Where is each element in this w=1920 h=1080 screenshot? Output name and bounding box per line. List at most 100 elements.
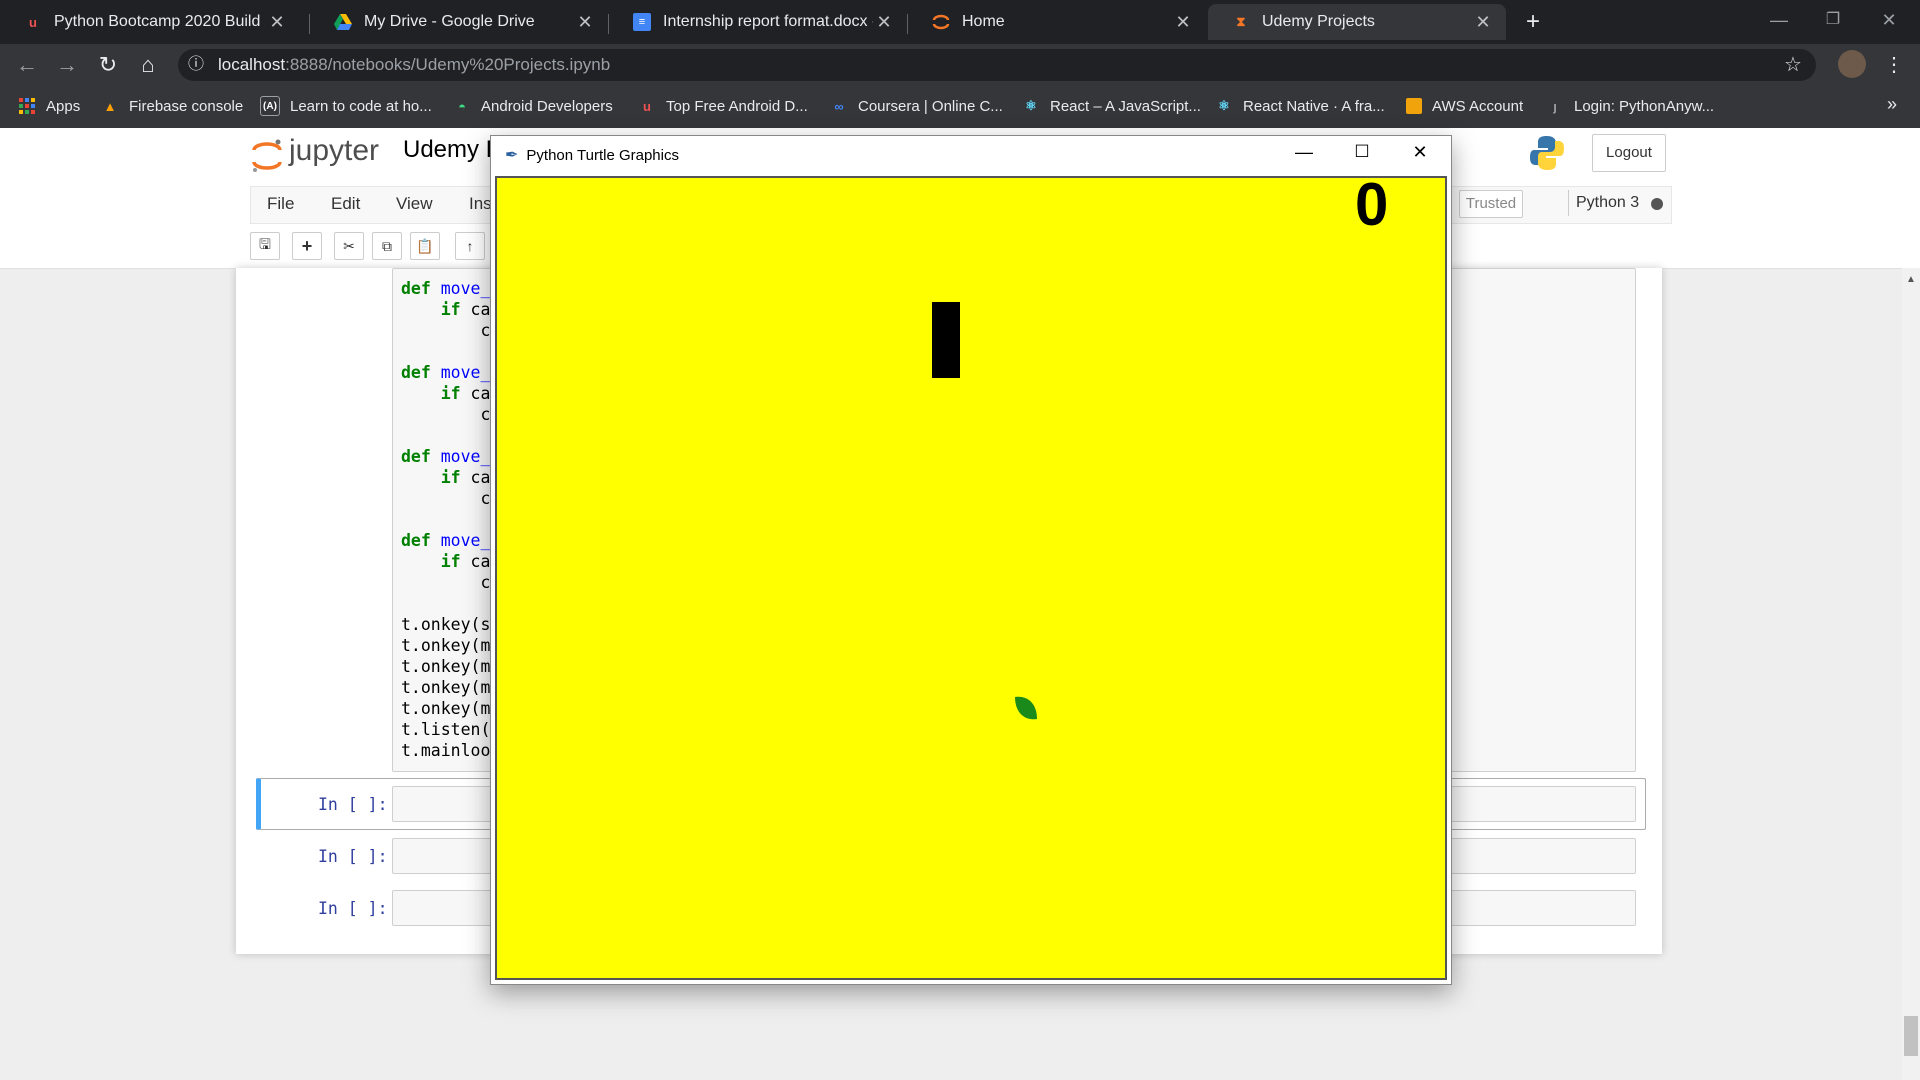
move-up-icon[interactable]: ↑ xyxy=(455,232,485,260)
code-line: t.onkey(m xyxy=(401,657,490,678)
notebook-title[interactable]: Udemy P xyxy=(403,136,502,164)
turtle-close-icon[interactable]: ✕ xyxy=(1407,142,1433,163)
paste-icon[interactable]: 📋 xyxy=(410,232,440,260)
bookmark-label: Apps xyxy=(46,97,81,115)
food-leaf-icon xyxy=(1013,695,1039,723)
code-token: def xyxy=(401,279,431,298)
jupyter-brand[interactable]: jupyter xyxy=(289,134,379,168)
browser-menu-icon[interactable]: ⋮ xyxy=(1884,50,1904,80)
scrollbar-thumb[interactable] xyxy=(1904,1016,1918,1056)
turtle-minimize-icon[interactable]: — xyxy=(1291,142,1317,163)
bookmark-label: Firebase console xyxy=(129,97,244,115)
kernel-name: Python 3 xyxy=(1576,194,1640,211)
close-tab-icon[interactable]: ✕ xyxy=(574,12,596,33)
bookmark-react-native[interactable]: ⚛ React Native · A fra... xyxy=(1215,94,1385,118)
forward-arrow-icon[interactable]: → xyxy=(52,50,82,80)
code-token: c xyxy=(401,573,491,592)
cell-prompt: In [ ]: xyxy=(318,795,388,814)
bookmark-aws[interactable]: AWS Account xyxy=(1406,94,1523,118)
turtle-titlebar[interactable]: ✒ Python Turtle Graphics — ☐ ✕ xyxy=(491,136,1451,174)
code-line: def move_ xyxy=(401,363,490,384)
tab-home[interactable]: Home ✕ xyxy=(908,4,1206,40)
bookmark-top-free-android[interactable]: u Top Free Android D... xyxy=(638,94,808,118)
code-token: t.onkey(m xyxy=(401,678,491,697)
google-drive-icon xyxy=(334,13,352,31)
feather-icon: ✒ xyxy=(505,147,519,164)
restore-window-icon[interactable]: ❐ xyxy=(1818,2,1848,38)
home-icon[interactable]: ⌂ xyxy=(133,50,163,80)
turtle-window[interactable]: ✒ Python Turtle Graphics — ☐ ✕ 0 xyxy=(490,135,1452,985)
bookmark-apps[interactable]: Apps xyxy=(18,94,80,118)
close-window-icon[interactable]: ✕ xyxy=(1874,2,1904,38)
code-token: move_ xyxy=(440,531,491,550)
jupyter-logo-icon[interactable] xyxy=(250,136,286,176)
menu-edit[interactable]: Edit xyxy=(331,194,360,214)
react-icon: ⚛ xyxy=(1218,98,1230,113)
code-token: def xyxy=(401,531,431,550)
android-icon: ◓ xyxy=(458,98,466,114)
new-tab-icon[interactable]: + xyxy=(1518,4,1548,40)
scroll-up-icon[interactable]: ▲ xyxy=(1906,274,1916,285)
code-lines: def move_ if ca c def move_ if ca c def mo… xyxy=(401,279,490,762)
bookmark-label: AWS Account xyxy=(1432,97,1524,115)
profile-avatar[interactable] xyxy=(1838,50,1866,78)
cell-prompt: In [ ]: xyxy=(318,899,388,918)
freecodecamp-icon: (A) xyxy=(260,96,280,116)
tab-udemy-projects[interactable]: ⧗ Udemy Projects ✕ xyxy=(1208,4,1506,40)
page-scrollbar[interactable]: ▲ xyxy=(1902,268,1920,1080)
aws-box-icon xyxy=(1406,98,1422,114)
bookmark-label: Android Developers xyxy=(481,97,613,115)
add-cell-icon[interactable]: + xyxy=(292,232,322,260)
menu-file[interactable]: File xyxy=(267,194,294,214)
code-token: t.onkey(m xyxy=(401,657,491,676)
code-line: t.onkey(s xyxy=(401,615,490,636)
tab-title: Python Bootcamp 2020 Build 15 xyxy=(54,13,266,30)
code-token: if xyxy=(401,384,461,403)
menu-view[interactable]: View xyxy=(396,194,433,214)
code-line: c xyxy=(401,573,490,594)
tab-python-bootcamp[interactable]: u Python Bootcamp 2020 Build 15 ✕ xyxy=(0,4,300,40)
close-tab-icon[interactable]: ✕ xyxy=(1472,12,1494,33)
menu-insert[interactable]: Ins xyxy=(469,194,492,214)
turtle-maximize-icon[interactable]: ☐ xyxy=(1349,142,1375,162)
bookmarks-overflow-icon[interactable]: » xyxy=(1880,94,1904,118)
code-token: if xyxy=(401,468,461,487)
code-line: c xyxy=(401,405,490,426)
bookmark-star-icon[interactable]: ☆ xyxy=(1784,49,1802,81)
trusted-indicator[interactable]: Trusted xyxy=(1459,190,1523,218)
code-token: def xyxy=(401,363,431,382)
tab-internship-report[interactable]: ≡ Internship report format.docx - G ✕ xyxy=(609,4,907,40)
code-line: t.mainloo xyxy=(401,741,490,762)
code-line: t.onkey(m xyxy=(401,678,490,699)
cut-icon[interactable]: ✂ xyxy=(334,232,364,260)
back-arrow-icon[interactable]: ← xyxy=(12,50,42,80)
close-tab-icon[interactable]: ✕ xyxy=(1172,12,1194,33)
code-token: move_ xyxy=(440,363,491,382)
bookmark-android-developers[interactable]: ◓ Android Developers xyxy=(453,94,613,118)
bookmark-label: Learn to code at ho... xyxy=(290,97,432,115)
save-icon[interactable]: 🖫 xyxy=(250,232,280,260)
address-bar[interactable]: ⓘ localhost:8888/notebooks/Udemy%20Proje… xyxy=(178,49,1816,81)
code-token: t.mainloo xyxy=(401,741,491,760)
code-token: t.onkey(m xyxy=(401,636,491,655)
bookmark-react[interactable]: ⚛ React – A JavaScript... xyxy=(1022,94,1201,118)
reload-icon[interactable]: ↻ xyxy=(93,50,123,80)
bookmark-coursera[interactable]: ∞ Coursera | Online C... xyxy=(830,94,1002,118)
copy-icon[interactable]: ⧉ xyxy=(372,232,402,260)
bookmark-firebase[interactable]: ▲ Firebase console xyxy=(101,94,244,118)
bookmark-pythonanywhere[interactable]: ȷ Login: PythonAnyw... xyxy=(1546,94,1714,118)
close-tab-icon[interactable]: ✕ xyxy=(873,12,895,33)
turtle-canvas[interactable]: 0 xyxy=(495,171,1447,980)
code-line: t.onkey(m xyxy=(401,636,490,657)
code-line: t.listen( xyxy=(401,720,490,741)
minimize-window-icon[interactable]: — xyxy=(1764,2,1794,38)
logout-button[interactable]: Logout xyxy=(1592,134,1666,172)
bookmark-freecodecamp[interactable]: (A) Learn to code at ho... xyxy=(260,94,432,118)
site-info-icon[interactable]: ⓘ xyxy=(188,49,208,81)
tab-title: Internship report format.docx - G xyxy=(663,13,873,30)
close-tab-icon[interactable]: ✕ xyxy=(266,12,288,33)
snake-body xyxy=(932,302,960,378)
tab-google-drive[interactable]: My Drive - Google Drive ✕ xyxy=(310,4,608,40)
code-line: c xyxy=(401,321,490,342)
